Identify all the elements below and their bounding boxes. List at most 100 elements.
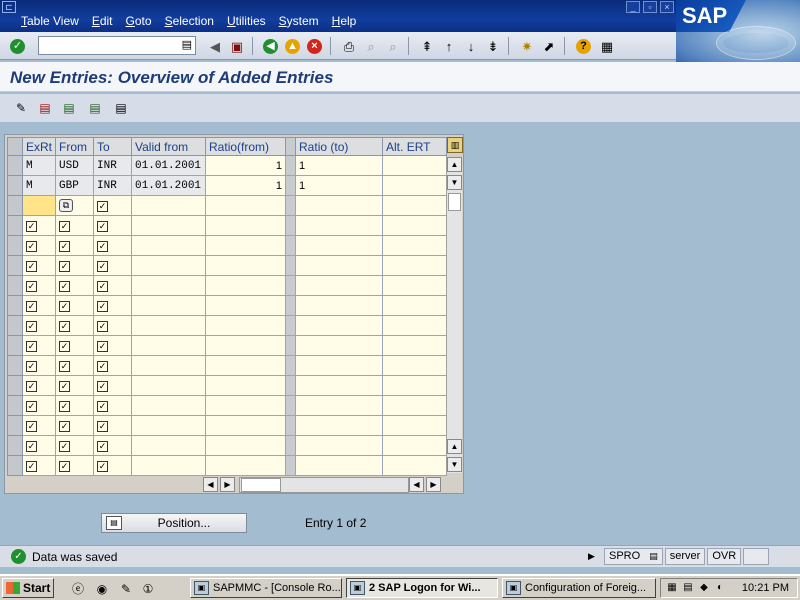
empty-cell[interactable] xyxy=(131,295,207,316)
menu-item-goto[interactable]: Goto xyxy=(126,14,152,28)
taskbar-button[interactable]: ▣ Configuration of Foreig... xyxy=(502,578,656,598)
cancel-icon[interactable]: × xyxy=(307,39,322,54)
empty-cell[interactable] xyxy=(205,375,287,396)
empty-cell[interactable]: ✓ xyxy=(55,335,95,356)
command-history-icon[interactable]: ▤ xyxy=(182,38,192,51)
taskbar-button[interactable]: ▣ 2 SAP Logon for Wi... xyxy=(346,578,498,598)
first-page-icon[interactable]: ⇞ xyxy=(418,37,436,55)
empty-cell[interactable] xyxy=(295,395,384,416)
empty-cell[interactable] xyxy=(382,295,448,316)
empty-cell[interactable] xyxy=(295,195,384,216)
empty-cell[interactable] xyxy=(205,215,287,236)
close-icon[interactable]: × xyxy=(660,1,674,13)
empty-cell[interactable]: ✓ xyxy=(55,315,95,336)
vertical-scroll-thumb[interactable] xyxy=(448,193,461,211)
taskbar-button[interactable]: ▣ SAPMMC - [Console Ro... xyxy=(190,578,342,598)
command-field[interactable]: ▤ xyxy=(38,36,196,55)
cell-ratio-from[interactable]: 1 xyxy=(205,155,287,176)
find-icon[interactable]: ⌕ xyxy=(362,37,380,55)
empty-cell[interactable] xyxy=(295,295,384,316)
scroll-up-bottom-icon[interactable]: ▲ xyxy=(447,439,462,454)
empty-cell[interactable]: ✓ xyxy=(55,455,95,476)
empty-cell[interactable] xyxy=(205,415,287,436)
tray-folder-icon[interactable]: ▤ xyxy=(681,581,695,595)
scroll-right-end-icon[interactable]: ▶ xyxy=(426,477,441,492)
minimize-icon[interactable]: _ xyxy=(626,1,640,13)
empty-cell[interactable] xyxy=(382,355,448,376)
empty-cell[interactable]: ✓ xyxy=(21,395,57,416)
empty-cell[interactable] xyxy=(131,255,207,276)
empty-cell[interactable] xyxy=(382,275,448,296)
empty-cell[interactable] xyxy=(295,255,384,276)
quicklaunch-ie-icon[interactable]: ⓔ xyxy=(70,581,86,597)
menu-item-table-view[interactable]: Table View xyxy=(21,14,79,28)
empty-cell[interactable]: ✓ xyxy=(55,235,95,256)
empty-cell[interactable]: ⧉ xyxy=(55,195,95,216)
empty-cell[interactable] xyxy=(295,415,384,436)
cell-alt-ert[interactable] xyxy=(382,175,448,196)
empty-cell[interactable]: ✓ xyxy=(21,455,57,476)
create-shortcut-icon[interactable]: ⬈ xyxy=(540,37,558,55)
empty-cell[interactable] xyxy=(205,235,287,256)
empty-cell[interactable] xyxy=(295,455,384,476)
empty-cell[interactable]: ✓ xyxy=(93,275,133,296)
customize-layout-icon[interactable]: ▦ xyxy=(598,37,616,55)
start-button[interactable]: Start xyxy=(2,578,54,598)
position-button[interactable]: ▤ Position... xyxy=(101,513,247,533)
cell-ratio-to[interactable]: 1 xyxy=(295,155,384,176)
empty-cell[interactable]: ✓ xyxy=(21,235,57,256)
create-session-icon[interactable]: ✷ xyxy=(518,37,536,55)
column-header[interactable]: ExRt xyxy=(21,137,57,156)
row-selector[interactable] xyxy=(7,235,23,256)
empty-cell[interactable] xyxy=(295,435,384,456)
quicklaunch-tool-icon[interactable]: ✎ xyxy=(118,581,134,597)
empty-cell[interactable]: ✓ xyxy=(93,215,133,236)
empty-cell[interactable] xyxy=(205,455,287,476)
empty-cell[interactable] xyxy=(295,315,384,336)
column-header[interactable]: Ratio (to) xyxy=(295,137,384,156)
empty-cell[interactable] xyxy=(131,455,207,476)
empty-cell[interactable] xyxy=(205,395,287,416)
empty-cell[interactable]: ✓ xyxy=(55,215,95,236)
empty-cell[interactable] xyxy=(205,315,287,336)
delete-entry-icon[interactable]: ▤ xyxy=(36,99,54,117)
column-configuration-icon[interactable]: ▥ xyxy=(447,137,463,153)
empty-cell[interactable] xyxy=(382,235,448,256)
row-selector[interactable] xyxy=(7,175,23,196)
empty-cell[interactable]: ✓ xyxy=(55,255,95,276)
empty-cell[interactable]: ✓ xyxy=(93,355,133,376)
empty-cell[interactable]: ✓ xyxy=(93,235,133,256)
empty-cell[interactable] xyxy=(131,435,207,456)
scroll-up-icon[interactable]: ▲ xyxy=(447,157,462,172)
enter-check-icon[interactable]: ✓ xyxy=(10,39,25,54)
empty-cell[interactable]: ✓ xyxy=(21,255,57,276)
empty-cell[interactable] xyxy=(205,195,287,216)
empty-cell[interactable] xyxy=(205,435,287,456)
empty-cell[interactable] xyxy=(131,335,207,356)
menu-item-help[interactable]: Help xyxy=(332,14,357,28)
empty-cell[interactable]: ✓ xyxy=(93,315,133,336)
empty-cell[interactable] xyxy=(295,375,384,396)
empty-cell[interactable]: ✓ xyxy=(21,415,57,436)
empty-cell[interactable]: ✓ xyxy=(55,435,95,456)
empty-cell[interactable]: ✓ xyxy=(93,195,133,216)
display-change-icon[interactable]: ✎ xyxy=(12,99,30,117)
row-selector[interactable] xyxy=(7,415,23,436)
empty-cell[interactable]: ✓ xyxy=(21,375,57,396)
row-selector[interactable] xyxy=(7,335,23,356)
scroll-down-bottom-icon[interactable]: ▼ xyxy=(447,457,462,472)
select-block-icon[interactable]: ▤ xyxy=(86,99,104,117)
horizontal-scroll-thumb[interactable] xyxy=(241,478,281,492)
empty-cell[interactable]: ✓ xyxy=(93,395,133,416)
next-page-icon[interactable]: ↓ xyxy=(462,37,480,55)
empty-cell[interactable]: ✓ xyxy=(55,275,95,296)
deselect-all-icon[interactable]: ▤ xyxy=(112,99,130,117)
tray-volume-icon[interactable]: ◐ xyxy=(713,581,727,595)
find-next-icon[interactable]: ⌕ xyxy=(384,37,402,55)
empty-cell[interactable] xyxy=(295,215,384,236)
empty-cell[interactable]: ✓ xyxy=(21,315,57,336)
tray-network-icon[interactable]: ▦ xyxy=(665,581,679,595)
empty-cell[interactable]: ✓ xyxy=(93,375,133,396)
empty-cell[interactable]: ✓ xyxy=(21,435,57,456)
empty-cell[interactable] xyxy=(205,355,287,376)
